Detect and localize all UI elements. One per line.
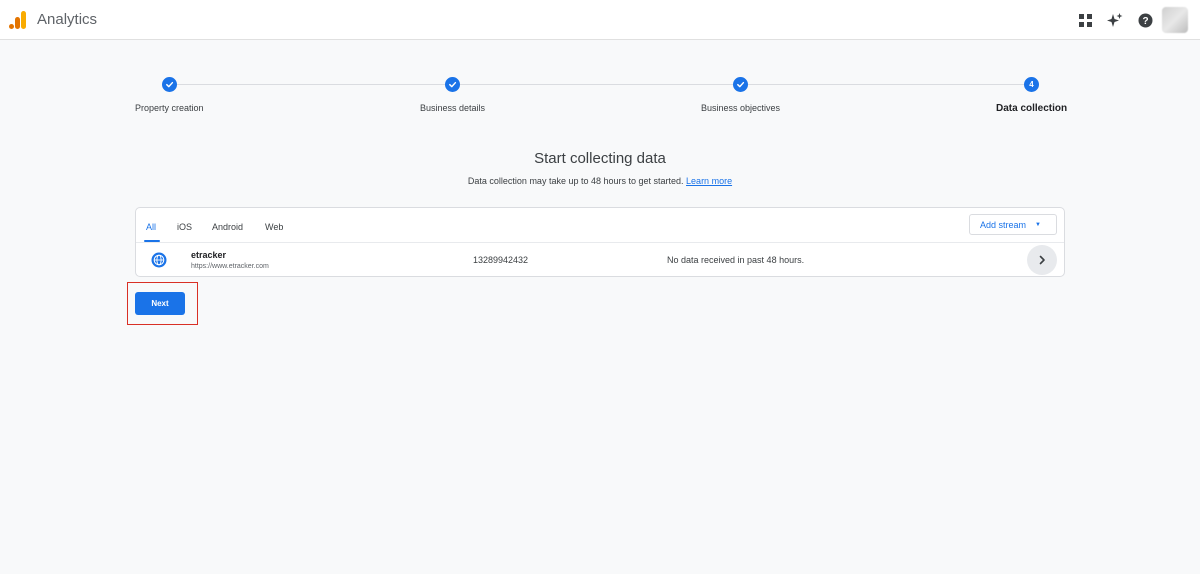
stream-status: No data received in past 48 hours. xyxy=(667,255,805,265)
stepper-connector xyxy=(460,84,733,85)
stream-filter-tabs: All iOS Android Web Add stream ▼ xyxy=(136,208,1064,243)
sparkle-icon[interactable] xyxy=(1105,10,1125,30)
step-label-property-creation: Property creation xyxy=(135,103,204,113)
learn-more-link[interactable]: Learn more xyxy=(686,176,732,186)
tab-all[interactable]: All xyxy=(146,222,156,232)
add-stream-button[interactable]: Add stream ▼ xyxy=(969,214,1057,235)
app-title: Analytics xyxy=(37,11,98,28)
stepper-connector xyxy=(748,84,1024,85)
step-number: 4 xyxy=(1029,80,1034,89)
step-label-business-details: Business details xyxy=(420,103,486,113)
tab-android[interactable]: Android xyxy=(212,222,243,232)
account-avatar[interactable] xyxy=(1162,7,1188,33)
page-title: Start collecting data xyxy=(534,150,666,167)
step-1-check-icon xyxy=(162,77,177,92)
globe-icon xyxy=(151,252,167,268)
active-tab-indicator xyxy=(144,240,160,242)
help-icon[interactable]: ? xyxy=(1135,10,1155,30)
next-button[interactable]: Next xyxy=(135,292,185,315)
add-stream-label: Add stream xyxy=(980,219,1027,230)
step-label-data-collection: Data collection xyxy=(996,103,1068,114)
stream-id: 13289942432 xyxy=(473,255,529,265)
subtitle-text: Data collection may take up to 48 hours … xyxy=(467,176,684,186)
step-4-number: 4 xyxy=(1024,77,1039,92)
chevron-right-icon[interactable] xyxy=(1027,245,1057,275)
page-subtitle: Data collection may take up to 48 hours … xyxy=(0,176,1200,186)
data-streams-card: All iOS Android Web Add stream ▼ etracke… xyxy=(135,207,1065,277)
dropdown-caret-icon: ▼ xyxy=(1035,221,1041,228)
analytics-logo-icon[interactable] xyxy=(8,10,28,30)
apps-grid-icon[interactable] xyxy=(1075,10,1095,30)
svg-text:?: ? xyxy=(1142,16,1148,27)
stepper-connector xyxy=(177,84,445,85)
tab-ios[interactable]: iOS xyxy=(177,222,192,232)
stream-name: etracker xyxy=(191,250,227,260)
top-app-bar: Analytics ? xyxy=(0,0,1200,40)
data-stream-row[interactable]: etracker https://www.etracker.com 132899… xyxy=(136,243,1064,277)
step-3-check-icon xyxy=(733,77,748,92)
tab-web[interactable]: Web xyxy=(265,222,283,232)
step-2-check-icon xyxy=(445,77,460,92)
stream-url: https://www.etracker.com xyxy=(191,263,269,270)
step-label-business-objectives: Business objectives xyxy=(701,103,781,113)
